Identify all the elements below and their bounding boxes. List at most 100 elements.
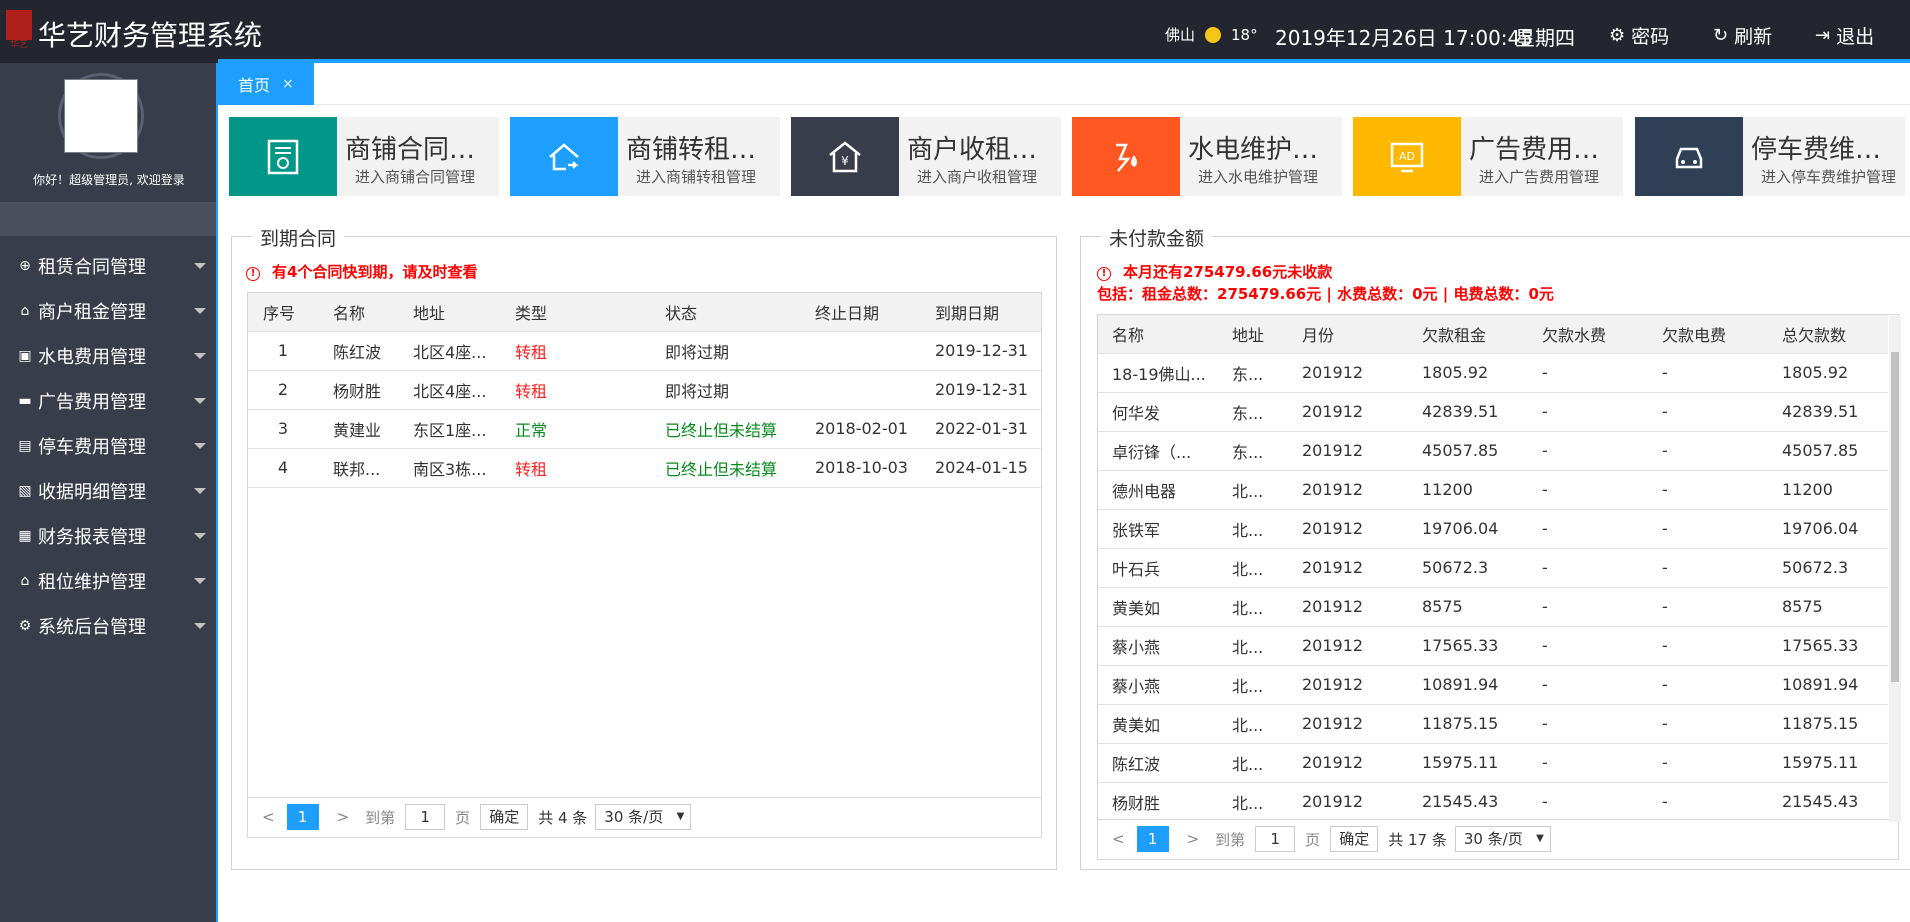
table-row[interactable]: 张铁军 北... 201912 19706.04- -19706.04 <box>1098 509 1888 549</box>
table-row[interactable]: 杨财胜 北... 201912 21545.43- -21545.43 <box>1098 782 1888 822</box>
ad-screen-icon: AD <box>1353 117 1461 196</box>
card-shop-sublease[interactable]: 商铺转租管理 进入商铺转租管理 <box>510 117 780 196</box>
col-header[interactable]: 月份 <box>1288 315 1408 354</box>
total-count: 共 4 条 <box>538 808 588 827</box>
refresh-button[interactable]: ↻ 刷新 <box>1713 22 1772 49</box>
close-icon[interactable]: × <box>282 76 294 92</box>
col-header[interactable]: 终止日期 <box>800 293 920 332</box>
table-row[interactable]: 何华发 东... 201912 42839.51- -42839.51 <box>1098 392 1888 432</box>
page-size-select[interactable]: 30 条/页 ▼ <box>595 804 692 830</box>
parking-icon: ▤ <box>18 437 32 454</box>
card-ad-fees[interactable]: AD 广告费用管理 进入广告费用管理 <box>1353 117 1623 196</box>
alert-icon: ! <box>246 267 260 281</box>
sidebar-item-tenant-rent[interactable]: ⌂ 商户租金管理 <box>0 288 218 333</box>
table-row[interactable]: 1 陈红波 北区4座... 转租 即将过期 2019-12-31 <box>248 331 1041 371</box>
expiring-alert: ! 有4个合同快到期，请及时查看 <box>246 261 477 282</box>
col-header[interactable]: 欠款租金 <box>1408 315 1528 354</box>
card-parking[interactable]: 停车费维护管理 进入停车费维护管理 <box>1635 117 1905 196</box>
card-utilities[interactable]: 水电维护管理 进入水电维护管理 <box>1072 117 1342 196</box>
col-header[interactable]: 名称 <box>318 293 398 332</box>
table-row[interactable]: 陈红波 北... 201912 15975.11- -15975.11 <box>1098 743 1888 783</box>
table-row[interactable]: 黄美如 北... 201912 8575- -8575 <box>1098 587 1888 627</box>
sidebar-item-lease-contract[interactable]: ⊕ 租赁合同管理 <box>0 243 218 288</box>
page-size-select[interactable]: 30 条/页 ▼ <box>1454 826 1551 852</box>
goto-confirm-button[interactable]: 确定 <box>480 804 529 830</box>
next-page-button[interactable]: > <box>337 808 350 826</box>
col-header[interactable]: 序号 <box>248 293 318 332</box>
next-page-button[interactable]: > <box>1187 830 1200 848</box>
col-header[interactable]: 地址 <box>398 293 500 332</box>
table-row[interactable]: 3 黄建业 东区1座... 正常 已终止但未结算 2018-02-01 2022… <box>248 409 1041 449</box>
card-subtitle: 进入停车费维护管理 <box>1761 168 1897 186</box>
sidebar-item-financial-reports[interactable]: ▦ 财务报表管理 <box>0 513 218 558</box>
table-row[interactable]: 黄美如 北... 201912 11875.15- -11875.15 <box>1098 704 1888 744</box>
weather-temperature: 18° <box>1231 25 1258 44</box>
table-row[interactable]: 德州电器 北... 201912 11200- -11200 <box>1098 470 1888 510</box>
expiring-table: 序号 名称 地址 类型 状态 终止日期 到期日期 1 陈红波 北区4座... 转… <box>248 293 1041 488</box>
panel-legend: 未付款金额 <box>1101 224 1213 251</box>
card-shop-contract[interactable]: 商铺合同管理 进入商铺合同管理 <box>229 117 499 196</box>
expiring-contracts-panel: 到期合同 ! 有4个合同快到期，请及时查看 序号 名称 地址 类型 状态 终止日期… <box>231 224 1057 870</box>
table-scrollbar-thumb[interactable] <box>1891 352 1899 682</box>
sidebar-item-parking-fees[interactable]: ▤ 停车费用管理 <box>0 423 218 468</box>
sidebar-item-receipts[interactable]: ▧ 收据明细管理 <box>0 468 218 513</box>
top-header: 华艺 华艺财务管理系统 佛山 18° 2019年12月26日 17:00:45 … <box>0 0 1910 63</box>
svg-text:¥: ¥ <box>841 154 849 168</box>
certificate-icon <box>229 117 337 196</box>
unpaid-table: 名称 地址 月份 欠款租金 欠款水费 欠款电费 总欠款数 18-19佛山... 东… <box>1098 315 1888 822</box>
current-page[interactable]: 1 <box>286 804 319 830</box>
table-row[interactable]: 蔡小燕 北... 201912 10891.94- -10891.94 <box>1098 665 1888 705</box>
col-header[interactable]: 状态 <box>650 293 800 332</box>
current-weekday: 星期四 <box>1515 26 1575 50</box>
sidebar-strip <box>0 202 218 236</box>
wallet-icon: ▣ <box>18 347 32 364</box>
sidebar-item-utility-fees[interactable]: ▣ 水电费用管理 <box>0 333 218 378</box>
monitor-icon: ▬ <box>18 392 32 409</box>
col-header[interactable]: 到期日期 <box>920 293 1041 332</box>
card-tenant-rent[interactable]: ¥ 商户收租管理 进入商户收租管理 <box>791 117 1061 196</box>
card-subtitle: 进入广告费用管理 <box>1479 168 1600 186</box>
logout-button[interactable]: ⇥ 退出 <box>1815 22 1874 49</box>
table-row[interactable]: 蔡小燕 北... 201912 17565.33- -17565.33 <box>1098 626 1888 666</box>
panel-legend: 到期合同 <box>252 224 345 251</box>
sidebar-item-rental-units[interactable]: ⌂ 租位维护管理 <box>0 558 218 603</box>
col-header[interactable]: 欠款水费 <box>1528 315 1648 354</box>
receipt-icon: ▧ <box>18 482 32 499</box>
col-header[interactable]: 类型 <box>500 293 650 332</box>
report-icon: ▦ <box>18 527 32 544</box>
contract-icon: ⊕ <box>19 257 31 274</box>
sidebar-item-ad-fees[interactable]: ▬ 广告费用管理 <box>0 378 218 423</box>
table-row[interactable]: 4 联邦... 南区3栋... 转租 已终止但未结算 2018-10-03 20… <box>248 448 1041 488</box>
card-title: 商铺合同管理 <box>345 135 497 165</box>
chevron-down-icon <box>194 263 206 269</box>
goto-label: 到第 <box>365 808 396 827</box>
table-row[interactable]: 卓衍锋（... 东... 201912 45057.85- -45057.85 <box>1098 431 1888 471</box>
col-header[interactable]: 名称 <box>1098 315 1218 354</box>
col-header[interactable]: 总欠款数 <box>1768 315 1888 354</box>
goto-page-input[interactable]: 1 <box>1255 826 1296 852</box>
current-page[interactable]: 1 <box>1136 826 1169 852</box>
tab-home[interactable]: 首页 × <box>218 63 314 105</box>
prev-page-button[interactable]: < <box>1112 830 1125 848</box>
col-header[interactable]: 地址 <box>1218 315 1288 354</box>
table-row[interactable]: 叶石兵 北... 201912 50672.3- -50672.3 <box>1098 548 1888 588</box>
col-header[interactable]: 欠款电费 <box>1648 315 1768 354</box>
gear-icon: ⚙ <box>18 617 32 634</box>
card-title: 停车费维护管理 <box>1751 135 1903 165</box>
card-subtitle: 进入商铺合同管理 <box>355 168 476 186</box>
password-button[interactable]: ⚙ 密码 <box>1609 22 1669 49</box>
table-row[interactable]: 2 杨财胜 北区4座... 转租 即将过期 2019-12-31 <box>248 370 1041 410</box>
avatar[interactable] <box>64 79 138 153</box>
water-bolt-icon <box>1072 117 1180 196</box>
sidebar-item-system-admin[interactable]: ⚙ 系统后台管理 <box>0 603 218 648</box>
prev-page-button[interactable]: < <box>262 808 275 826</box>
goto-confirm-button[interactable]: 确定 <box>1330 826 1379 852</box>
sidebar-menu: ⊕ 租赁合同管理 ⌂ 商户租金管理 ▣ 水电费用管理 ▬ 广告费用管理 ▤ 停车… <box>0 243 218 648</box>
goto-page-input[interactable]: 1 <box>405 804 446 830</box>
card-subtitle: 进入商户收租管理 <box>917 168 1038 186</box>
app-logo: 华艺 <box>6 10 32 50</box>
table-row[interactable]: 18-19佛山... 东... 201912 1805.92- -1805.92 <box>1098 353 1888 393</box>
unpaid-amount-panel: 未付款金额 ! 本月还有275479.66元未收款 包括：租金总数：275479.… <box>1080 224 1910 870</box>
welcome-text: 你好！超级管理员, 欢迎登录 <box>33 173 185 187</box>
refresh-icon: ↻ <box>1713 25 1729 46</box>
